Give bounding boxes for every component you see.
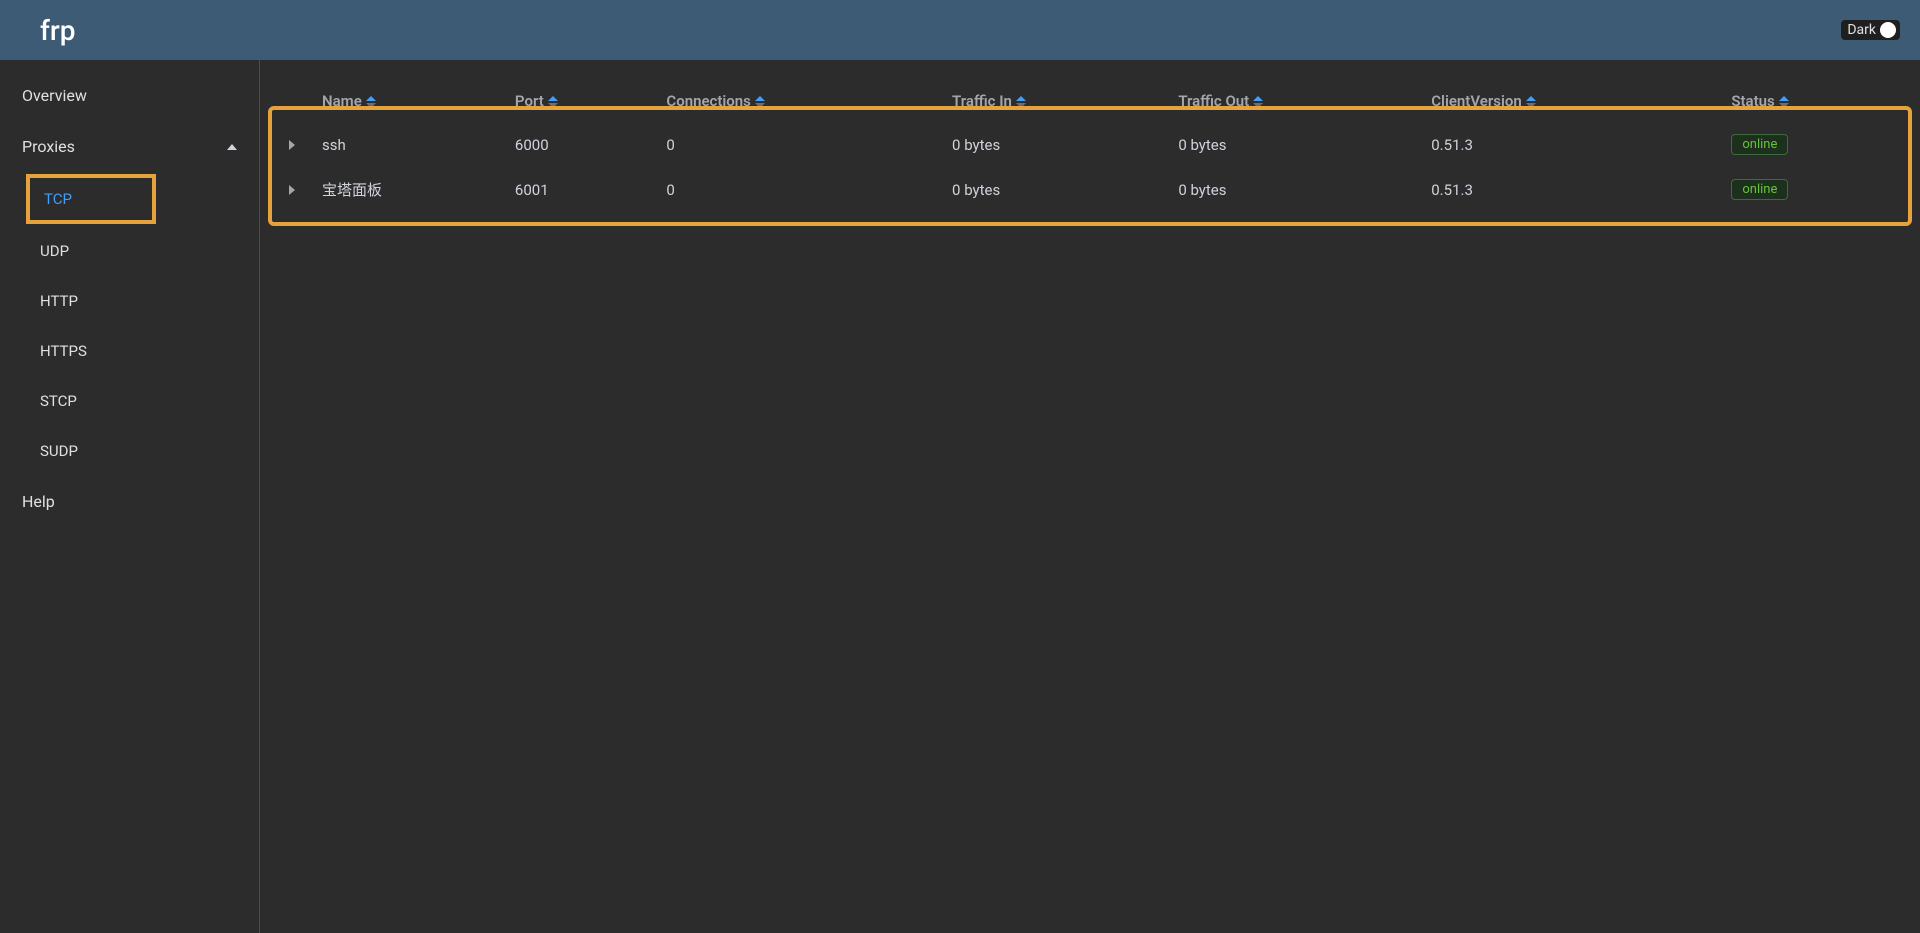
sort-icon — [366, 96, 376, 108]
cell-traffic-out: 0 bytes — [1168, 122, 1421, 167]
cell-port: 6000 — [505, 122, 656, 167]
sidebar-item-stcp[interactable]: STCP — [0, 376, 259, 426]
sort-icon — [755, 96, 765, 108]
sort-icon — [1779, 96, 1789, 108]
main-content: Name Port Connections Traffic In Traffic… — [260, 60, 1920, 933]
sort-icon — [1253, 96, 1263, 108]
cell-name: ssh — [312, 122, 505, 167]
sidebar-sub-label: STCP — [40, 392, 77, 410]
cell-status: online — [1721, 122, 1908, 167]
cell-name: 宝塔面板 — [312, 167, 505, 212]
cell-client-version: 0.51.3 — [1421, 167, 1721, 212]
sidebar-item-overview[interactable]: Overview — [0, 70, 259, 121]
sort-icon — [1526, 96, 1536, 108]
cell-connections: 0 — [656, 167, 942, 212]
col-port[interactable]: Port — [505, 80, 656, 122]
sidebar-item-proxies[interactable]: Proxies — [0, 121, 259, 172]
sidebar-sub-label: TCP — [44, 190, 72, 208]
cell-traffic-out: 0 bytes — [1168, 167, 1421, 212]
expand-toggle[interactable] — [272, 167, 312, 212]
expand-toggle[interactable] — [272, 122, 312, 167]
col-name[interactable]: Name — [312, 80, 505, 122]
sidebar: Overview Proxies TCP UDP HTTP HTTPS STCP… — [0, 60, 260, 933]
sidebar-item-https[interactable]: HTTPS — [0, 326, 259, 376]
chevron-right-icon — [289, 140, 295, 150]
dark-label: Dark — [1847, 22, 1876, 38]
sidebar-item-help[interactable]: Help — [0, 476, 259, 527]
sidebar-sub-label: UDP — [40, 242, 69, 260]
table-row: 宝塔面板 6001 0 0 bytes 0 bytes 0.51.3 onlin… — [272, 167, 1908, 212]
col-client-version[interactable]: ClientVersion — [1421, 80, 1721, 122]
cell-connections: 0 — [656, 122, 942, 167]
chevron-right-icon — [289, 185, 295, 195]
col-status[interactable]: Status — [1721, 80, 1908, 122]
cell-port: 6001 — [505, 167, 656, 212]
sidebar-item-tcp[interactable]: TCP — [26, 174, 156, 224]
sidebar-label: Help — [22, 492, 55, 511]
status-badge: online — [1731, 134, 1788, 155]
sort-icon — [548, 96, 558, 108]
sidebar-item-sudp[interactable]: SUDP — [0, 426, 259, 476]
dark-mode-toggle[interactable]: Dark — [1841, 20, 1900, 40]
sidebar-sub-label: HTTP — [40, 292, 78, 310]
header: frp Dark — [0, 0, 1920, 60]
sidebar-label: Proxies — [22, 137, 75, 156]
cell-client-version: 0.51.3 — [1421, 122, 1721, 167]
cell-traffic-in: 0 bytes — [942, 167, 1168, 212]
status-badge: online — [1731, 179, 1788, 200]
sidebar-label: Overview — [22, 86, 87, 105]
cell-traffic-in: 0 bytes — [942, 122, 1168, 167]
col-connections[interactable]: Connections — [656, 80, 942, 122]
sidebar-item-http[interactable]: HTTP — [0, 276, 259, 326]
toggle-knob-icon — [1880, 22, 1896, 38]
app-logo: frp — [40, 14, 76, 47]
col-traffic-out[interactable]: Traffic Out — [1168, 80, 1421, 122]
chevron-up-icon — [227, 144, 237, 150]
sidebar-sub-label: SUDP — [40, 442, 78, 460]
table-row: ssh 6000 0 0 bytes 0 bytes 0.51.3 online — [272, 122, 1908, 167]
proxies-table: Name Port Connections Traffic In Traffic… — [272, 80, 1908, 212]
table-header-row: Name Port Connections Traffic In Traffic… — [272, 80, 1908, 122]
cell-status: online — [1721, 167, 1908, 212]
sort-icon — [1016, 96, 1026, 108]
col-traffic-in[interactable]: Traffic In — [942, 80, 1168, 122]
sidebar-sub-label: HTTPS — [40, 342, 87, 360]
sidebar-item-udp[interactable]: UDP — [0, 226, 259, 276]
